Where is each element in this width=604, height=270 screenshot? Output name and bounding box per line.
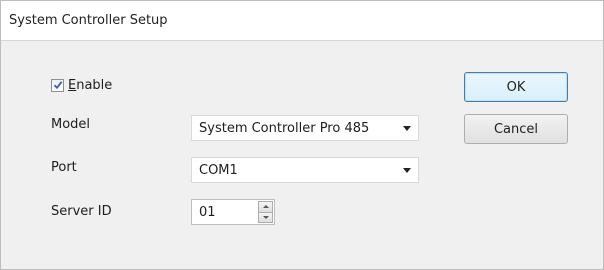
ok-button[interactable]: OK bbox=[464, 72, 568, 102]
server-id-spinbox[interactable]: 01 bbox=[191, 199, 275, 225]
title-bar: System Controller Setup bbox=[1, 1, 603, 41]
chevron-down-icon[interactable] bbox=[403, 126, 411, 131]
spin-up-button[interactable] bbox=[258, 201, 273, 213]
chevron-down-icon[interactable] bbox=[403, 168, 411, 173]
model-label: Model bbox=[51, 117, 91, 132]
setup-dialog: System Controller Setup Enable Model Sys… bbox=[0, 0, 604, 270]
server-id-value[interactable]: 01 bbox=[199, 205, 216, 220]
checkbox-box[interactable] bbox=[51, 78, 64, 92]
checkmark-icon bbox=[53, 81, 62, 90]
spin-buttons bbox=[258, 201, 273, 223]
spin-down-icon bbox=[262, 215, 269, 219]
port-label: Port bbox=[51, 160, 77, 175]
model-value: System Controller Pro 485 bbox=[199, 120, 370, 136]
model-dropdown[interactable]: System Controller Pro 485 bbox=[191, 115, 419, 141]
enable-accelerator: E bbox=[68, 77, 77, 93]
dialog-title: System Controller Setup bbox=[9, 13, 168, 28]
enable-label-rest: nable bbox=[76, 77, 113, 93]
spin-up-icon bbox=[262, 205, 269, 209]
cancel-button[interactable]: Cancel bbox=[464, 114, 568, 144]
enable-checkbox[interactable]: Enable bbox=[51, 77, 112, 93]
port-dropdown[interactable]: COM1 bbox=[191, 157, 419, 183]
server-id-label: Server ID bbox=[51, 204, 112, 219]
spin-down-button[interactable] bbox=[258, 212, 273, 223]
enable-label: Enable bbox=[68, 78, 112, 93]
port-value: COM1 bbox=[199, 162, 238, 178]
